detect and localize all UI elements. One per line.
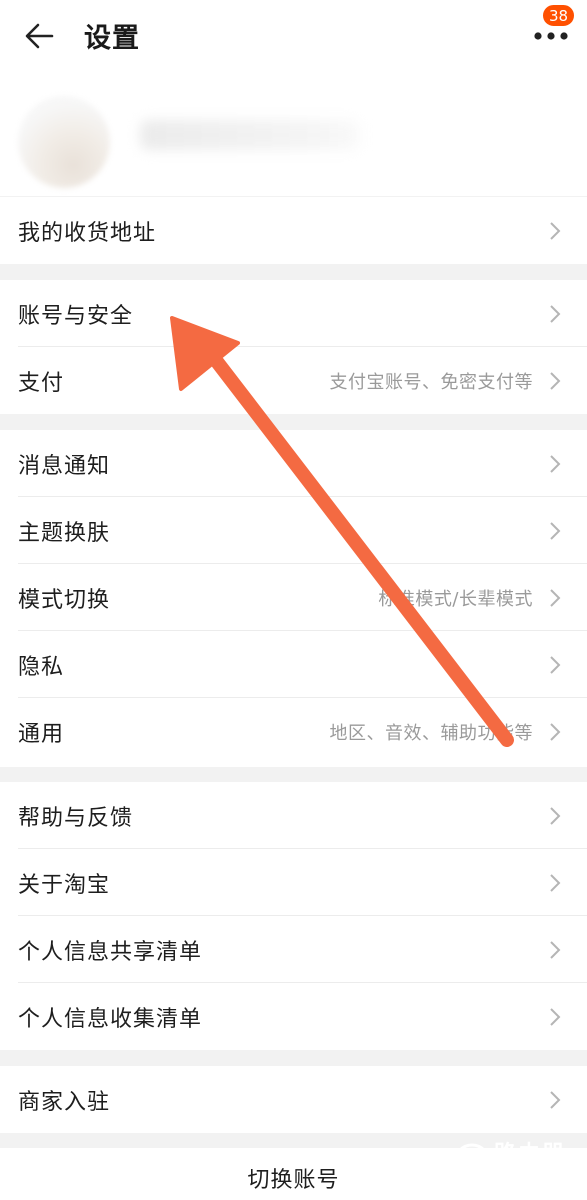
watermark-logo: 路由器 luyouqi.com <box>448 1136 583 1196</box>
settings-row-help-feedback[interactable]: 帮助与反馈 <box>0 782 587 849</box>
settings-row-payment[interactable]: 支付 支付宝账号、免密支付等 <box>0 347 587 414</box>
profile-card[interactable] <box>0 72 587 196</box>
chevron-right-icon <box>550 304 561 323</box>
chevron-right-icon <box>550 940 561 959</box>
page-title: 设置 <box>84 23 140 54</box>
row-label: 主题换肤 <box>18 520 111 546</box>
settings-row-mode[interactable]: 模式切换 标准模式/长辈模式 <box>0 564 587 631</box>
chevron-right-icon <box>550 221 561 240</box>
settings-row-info-collection-list[interactable]: 个人信息收集清单 <box>0 983 587 1050</box>
row-label: 商家入驻 <box>18 1089 111 1115</box>
more-dots-icon <box>534 32 568 40</box>
watermark-title: 路由器 <box>494 1142 567 1167</box>
settings-row-notifications[interactable]: 消息通知 <box>0 430 587 497</box>
router-icon <box>453 1143 491 1181</box>
chevron-right-icon <box>550 371 561 390</box>
settings-row-info-sharing-list[interactable]: 个人信息共享清单 <box>0 916 587 983</box>
chevron-right-icon <box>550 521 561 540</box>
switch-account-label: 切换账号 <box>247 1168 340 1193</box>
settings-row-general[interactable]: 通用 地区、音效、辅助功能等 <box>0 698 587 765</box>
settings-row-privacy[interactable]: 隐私 <box>0 631 587 698</box>
row-subtitle: 地区、音效、辅助功能等 <box>329 722 533 744</box>
row-label: 帮助与反馈 <box>18 805 134 831</box>
chevron-right-icon <box>550 454 561 473</box>
settings-row-about-taobao[interactable]: 关于淘宝 <box>0 849 587 916</box>
row-label: 支付 <box>18 370 65 396</box>
settings-row-account-security[interactable]: 账号与安全 <box>0 280 587 347</box>
notification-badge: 38 <box>541 3 577 28</box>
chevron-right-icon <box>550 588 561 607</box>
settings-group-preferences: 消息通知 主题换肤 模式切换 标准模式/长辈模式 隐私 通用 地区、音效、辅助功… <box>0 430 587 767</box>
row-label: 模式切换 <box>18 587 111 613</box>
chevron-right-icon <box>550 1007 561 1026</box>
settings-group-address: 我的收货地址 <box>0 197 587 264</box>
username-blurred <box>140 120 360 150</box>
row-subtitle: 支付宝账号、免密支付等 <box>329 371 533 393</box>
row-label: 关于淘宝 <box>18 872 111 898</box>
settings-group-merchant: 商家入驻 <box>0 1066 587 1133</box>
settings-row-shipping-address[interactable]: 我的收货地址 <box>0 197 587 264</box>
arrow-left-icon[interactable] <box>22 20 58 52</box>
watermark-subtitle: luyouqi.com <box>498 1166 578 1181</box>
row-label: 账号与安全 <box>18 303 134 329</box>
chevron-right-icon <box>550 1090 561 1109</box>
settings-group-account: 账号与安全 支付 支付宝账号、免密支付等 <box>0 280 587 414</box>
row-label: 我的收货地址 <box>18 220 157 246</box>
row-subtitle: 标准模式/长辈模式 <box>378 588 533 610</box>
row-label: 隐私 <box>18 654 65 680</box>
settings-row-theme[interactable]: 主题换肤 <box>0 497 587 564</box>
row-label: 个人信息共享清单 <box>18 939 203 965</box>
row-label: 通用 <box>18 721 65 747</box>
row-label: 消息通知 <box>18 453 111 479</box>
settings-row-merchant-join[interactable]: 商家入驻 <box>0 1066 587 1133</box>
chevron-right-icon <box>550 655 561 674</box>
chevron-right-icon <box>550 806 561 825</box>
chevron-right-icon <box>550 873 561 892</box>
row-label: 个人信息收集清单 <box>18 1006 203 1032</box>
settings-group-about: 帮助与反馈 关于淘宝 个人信息共享清单 个人信息收集清单 <box>0 782 587 1050</box>
header-bar: 设置 38 <box>0 0 587 72</box>
avatar[interactable] <box>18 96 110 188</box>
chevron-right-icon <box>550 722 561 741</box>
